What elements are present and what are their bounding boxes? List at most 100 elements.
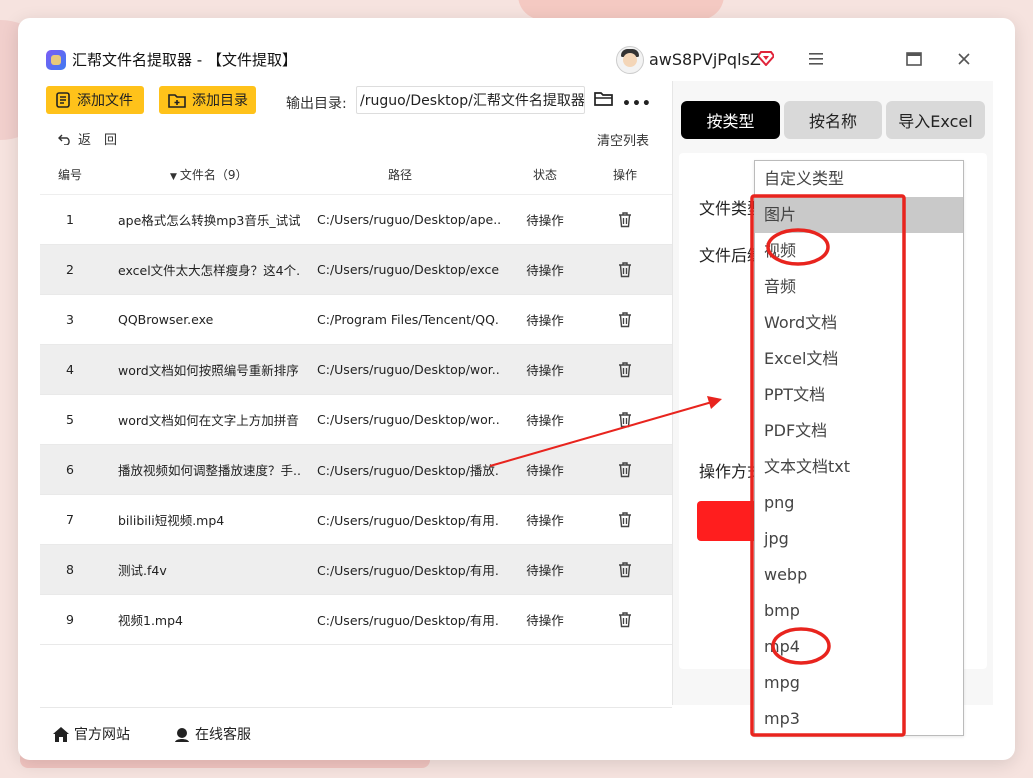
row-name: 视频1.mp4 <box>118 613 183 628</box>
headset-icon <box>175 727 189 742</box>
row-no: 8 <box>66 562 74 577</box>
row-op <box>590 511 660 528</box>
row-name: 播放视频如何调整播放速度？手... <box>118 463 300 478</box>
row-op <box>590 611 660 628</box>
dropdown-option[interactable]: jpg <box>755 521 963 557</box>
row-name: QQBrowser.exe <box>118 312 214 327</box>
row-path: C:/Users/ruguo/Desktop/wor... <box>317 362 500 377</box>
dropdown-option[interactable]: webp <box>755 557 963 593</box>
trash-icon[interactable] <box>618 511 632 528</box>
row-no: 7 <box>66 512 74 527</box>
row-state: 待操作 <box>526 563 564 578</box>
tab-by-name[interactable]: 按名称 <box>784 101 882 139</box>
row-no: 5 <box>66 412 74 427</box>
dropdown-option[interactable]: Excel文档 <box>755 341 963 377</box>
row-op <box>590 461 660 478</box>
dropdown-option[interactable]: 视频 <box>755 233 963 269</box>
row-name: bilibili短视频.mp4 <box>118 513 225 528</box>
row-path: C:/Users/ruguo/Desktop/excel... <box>317 262 500 277</box>
trash-icon[interactable] <box>618 611 632 628</box>
official-website-link[interactable]: 官方网站 <box>52 724 130 744</box>
output-dir-field[interactable]: /ruguo/Desktop/汇帮文件名提取器 <box>356 86 585 114</box>
add-file-button[interactable]: 添加文件 <box>46 86 144 114</box>
dropdown-option[interactable]: 自定义类型 <box>755 161 963 197</box>
trash-icon[interactable] <box>618 361 632 378</box>
row-state: 待操作 <box>526 363 564 378</box>
file-table: 编号 ▼ 文件名（9） 路径 状态 操作 1 ape格式怎么转换mp3音乐_试试..… <box>40 154 672 645</box>
folder-plus-icon <box>168 94 186 108</box>
tab-import-excel[interactable]: 导入Excel <box>886 101 985 139</box>
dropdown-option[interactable]: png <box>755 485 963 521</box>
dropdown-option[interactable]: 文本文档txt <box>755 449 963 485</box>
row-op <box>590 261 660 278</box>
row-no: 1 <box>66 212 74 227</box>
header-name[interactable]: ▼ 文件名（9） <box>100 166 300 183</box>
file-icon <box>56 92 70 108</box>
row-state: 待操作 <box>526 413 564 428</box>
dropdown-option[interactable]: 音频 <box>755 269 963 305</box>
row-state: 待操作 <box>526 263 564 278</box>
row-op <box>590 311 660 328</box>
table-row[interactable]: 5 word文档如何在文字上方加拼音... C:/Users/ruguo/Deskt… <box>40 395 672 445</box>
dropdown-option[interactable]: Word文档 <box>755 305 963 341</box>
table-row[interactable]: 6 播放视频如何调整播放速度？手... C:/Users/ruguo/Desktop… <box>40 445 672 495</box>
table-row[interactable]: 3 QQBrowser.exe C:/Program Files/Tencent/Q… <box>40 295 672 345</box>
trash-icon[interactable] <box>618 461 632 478</box>
window-title: 汇帮文件名提取器 - 【文件提取】 <box>72 51 297 69</box>
row-name: word文档如何在文字上方加拼音... <box>118 413 300 428</box>
online-support-link[interactable]: 在线客服 <box>173 724 251 744</box>
row-path: C:/Users/ruguo/Desktop/有用... <box>317 613 500 628</box>
dropdown-option[interactable]: PPT文档 <box>755 377 963 413</box>
back-button[interactable]: 返 回 <box>58 129 117 148</box>
menu-icon[interactable] <box>805 48 827 70</box>
undo-icon <box>58 134 70 145</box>
table-row[interactable]: 4 word文档如何按照编号重新排序... C:/Users/ruguo/Deskt… <box>40 345 672 395</box>
trash-icon[interactable] <box>618 261 632 278</box>
header-no: 编号 <box>57 167 82 182</box>
table-row[interactable]: 8 测试.f4v C:/Users/ruguo/Desktop/有用... 待操作 <box>40 545 672 595</box>
clear-list-button[interactable]: 清空列表 <box>597 130 649 149</box>
user-avatar[interactable] <box>616 46 644 74</box>
add-file-label: 添加文件 <box>77 93 133 109</box>
row-op <box>590 361 660 378</box>
close-icon[interactable] <box>953 48 975 70</box>
row-op <box>590 211 660 228</box>
row-state: 待操作 <box>526 613 564 628</box>
trash-icon[interactable] <box>618 561 632 578</box>
table-row[interactable]: 1 ape格式怎么转换mp3音乐_试试... C:/Users/ruguo/Desk… <box>40 195 672 245</box>
header-op: 操作 <box>612 167 637 182</box>
official-website-label: 官方网站 <box>74 727 130 743</box>
more-options-icon[interactable]: ••• <box>622 96 652 112</box>
trash-icon[interactable] <box>618 411 632 428</box>
dropdown-option[interactable]: bmp <box>755 593 963 629</box>
output-dir-label: 输出目录: <box>286 96 347 112</box>
row-path: C:/Users/ruguo/Desktop/有用... <box>317 563 500 578</box>
table-header: 编号 ▼ 文件名（9） 路径 状态 操作 <box>40 154 672 195</box>
trash-icon[interactable] <box>618 311 632 328</box>
username[interactable]: awS8PVjPqlsZ <box>649 50 761 69</box>
dropdown-option[interactable]: mp3 <box>755 701 963 737</box>
table-row[interactable]: 9 视频1.mp4 C:/Users/ruguo/Desktop/有用... 待操作 <box>40 595 672 645</box>
header-state: 状态 <box>532 167 557 182</box>
row-state: 待操作 <box>526 213 564 228</box>
row-name: word文档如何按照编号重新排序... <box>118 363 300 378</box>
maximize-icon[interactable] <box>903 48 925 70</box>
table-row[interactable]: 7 bilibili短视频.mp4 C:/Users/ruguo/Desktop/有… <box>40 495 672 545</box>
table-row[interactable]: 2 excel文件太大怎样瘦身？这4个... C:/Users/ruguo/Desk… <box>40 245 672 295</box>
file-type-dropdown[interactable]: 自定义类型 图片 视频 音频 Word文档 Excel文档 PPT文档 PDF文档 文本文档tx… <box>754 160 964 736</box>
dropdown-option[interactable]: 图片 <box>755 197 963 233</box>
add-directory-button[interactable]: 添加目录 <box>159 86 256 114</box>
row-state: 待操作 <box>526 513 564 528</box>
vip-diamond-icon[interactable] <box>758 50 774 66</box>
dropdown-option[interactable]: mpg <box>755 665 963 701</box>
row-no: 3 <box>66 312 74 327</box>
footer: 官方网站 在线客服 <box>40 707 672 748</box>
dropdown-option[interactable]: mp4 <box>755 629 963 665</box>
trash-icon[interactable] <box>618 211 632 228</box>
folder-open-icon[interactable] <box>594 90 614 108</box>
row-path: C:/Users/ruguo/Desktop/播放... <box>317 463 500 478</box>
tab-by-type[interactable]: 按类型 <box>681 101 780 139</box>
row-path: C:/Users/ruguo/Desktop/有用... <box>317 513 500 528</box>
dropdown-option[interactable]: PDF文档 <box>755 413 963 449</box>
row-no: 4 <box>66 362 74 377</box>
